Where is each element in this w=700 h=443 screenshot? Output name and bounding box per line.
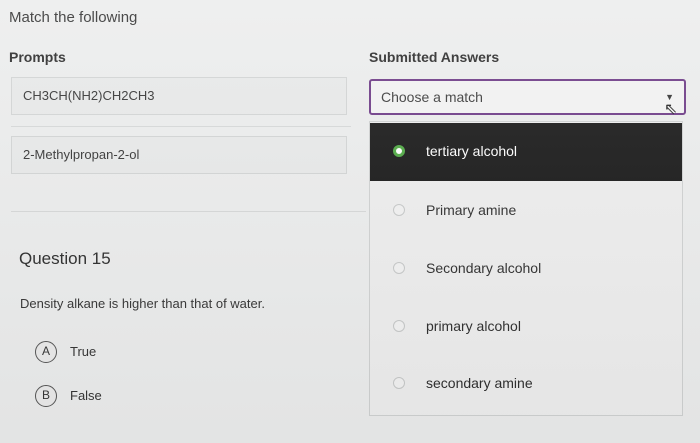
radio-icon[interactable] xyxy=(393,204,405,216)
choice-a-radio[interactable]: A xyxy=(35,341,57,363)
choice-b-label[interactable]: False xyxy=(70,388,102,403)
dropdown-option-secondary-amine[interactable]: secondary amine xyxy=(370,355,682,413)
divider xyxy=(11,126,351,127)
radio-icon[interactable] xyxy=(393,377,405,389)
prompt-item-2: 2-Methylpropan-2-ol xyxy=(11,136,347,174)
answers-column-header: Submitted Answers xyxy=(369,49,500,65)
select-value: Choose a match xyxy=(381,89,483,105)
radio-icon[interactable] xyxy=(393,262,405,274)
prompts-column-header: Prompts xyxy=(9,49,66,65)
question-text: Density alkane is higher than that of wa… xyxy=(20,296,265,311)
option-label: tertiary alcohol xyxy=(426,143,518,159)
dropdown-option-primary-alcohol[interactable]: primary alcohol xyxy=(370,298,682,356)
prompt-item-1: CH3CH(NH2)CH2CH3 xyxy=(11,77,347,115)
dropdown-option-primary-amine[interactable]: Primary amine xyxy=(370,182,682,240)
match-dropdown[interactable]: tertiary alcohol Primary amine Secondary… xyxy=(369,121,683,416)
option-label: Secondary alcohol xyxy=(426,260,542,276)
choice-b-radio[interactable]: B xyxy=(35,385,57,407)
choice-a-label[interactable]: True xyxy=(70,344,96,359)
option-label: secondary amine xyxy=(426,375,533,391)
dropdown-option-secondary-alcohol[interactable]: Secondary alcohol xyxy=(370,240,682,298)
question-title: Question 15 xyxy=(19,249,111,268)
answer-select[interactable]: Choose a match ▼ xyxy=(369,79,686,115)
dropdown-option-tertiary-alcohol[interactable]: tertiary alcohol xyxy=(370,123,682,181)
mouse-cursor-icon: ⇖ xyxy=(664,101,678,118)
option-label: Primary amine xyxy=(426,202,517,218)
divider xyxy=(11,211,366,212)
option-label: primary alcohol xyxy=(426,318,521,334)
radio-selected-icon[interactable] xyxy=(393,145,405,157)
radio-icon[interactable] xyxy=(393,320,405,332)
page-header: Match the following xyxy=(9,9,138,26)
